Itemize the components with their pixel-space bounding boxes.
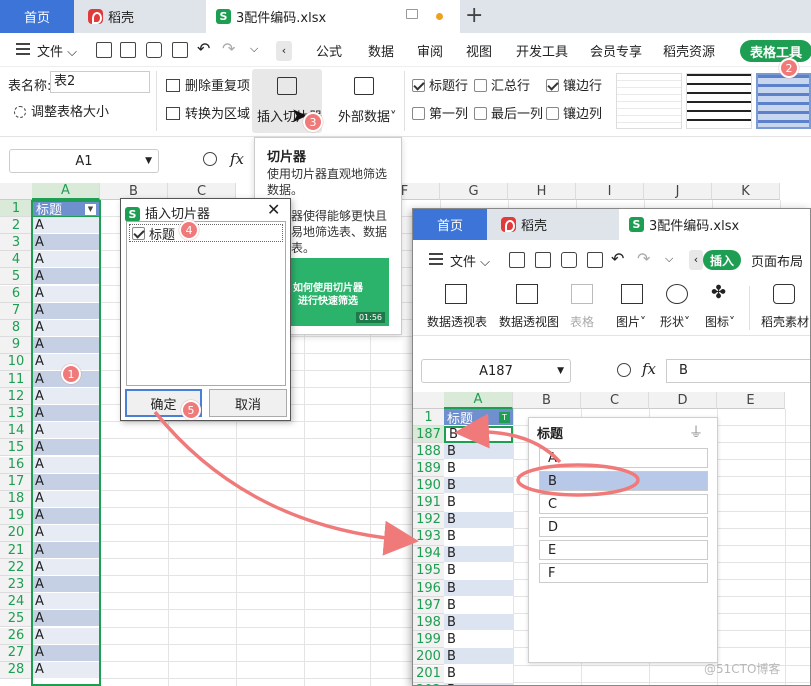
step-badge-3: 3 — [303, 112, 323, 132]
highlight-circle — [516, 463, 640, 497]
step-badge-4: 4 — [179, 220, 199, 240]
step-badge-1: 1 — [61, 364, 81, 384]
step-badge-2: 2 — [779, 58, 799, 78]
arrow-to-filtered-row — [454, 413, 562, 464]
arrow-to-result — [153, 410, 419, 556]
step-badge-5: 5 — [181, 400, 201, 420]
annotation-overlay — [153, 410, 640, 556]
watermark: @51CTO博客 — [704, 662, 781, 676]
